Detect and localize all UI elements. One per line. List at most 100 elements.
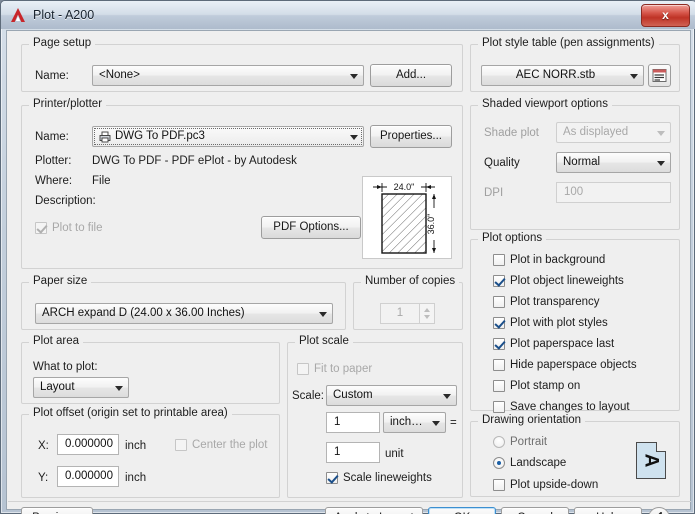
printer-properties-button[interactable]: Properties... [370, 125, 452, 148]
what-to-plot-combo[interactable]: Layout [33, 377, 129, 398]
plot-option-label: Hide paperspace objects [510, 359, 637, 371]
chevron-down-icon [630, 74, 638, 79]
plot-upside-down-label: Plot upside-down [510, 479, 599, 491]
close-icon: x [662, 8, 669, 22]
checkbox-box [493, 380, 505, 392]
paper-size-combo[interactable]: ARCH expand D (24.00 x 36.00 Inches) [35, 303, 333, 324]
checkbox-box [493, 338, 505, 350]
collapse-dialog-button[interactable] [648, 507, 670, 514]
plot-offset-x-unit: inch [125, 440, 147, 452]
svg-text:24.0": 24.0" [394, 182, 415, 192]
checkbox-box [493, 275, 505, 287]
orientation-preview-glyph: A [641, 453, 662, 468]
orientation-preview-icon: A [636, 442, 666, 479]
plot-style-table-combo[interactable]: AEC NORR.stb [481, 65, 644, 86]
radio-dot [493, 457, 505, 469]
printer-plotter-legend: Printer/plotter [29, 98, 107, 110]
plot-option-label: Plot with plot styles [510, 317, 608, 329]
add-page-setup-button[interactable]: Add... [370, 64, 452, 87]
page-setup-legend: Page setup [29, 37, 96, 49]
paper-size-legend: Paper size [29, 275, 92, 287]
plot-option-label: Plot transparency [510, 296, 600, 308]
shaded-viewport-legend: Shaded viewport options [478, 98, 612, 110]
description-label: Description: [35, 195, 96, 207]
printer-name-label: Name: [35, 131, 69, 143]
stepper-up-icon [424, 308, 430, 312]
plot-scale-legend: Plot scale [295, 335, 353, 347]
paper-preview: 24.0" 36.0" [362, 176, 452, 259]
scale-numerator-input[interactable]: 1 [326, 412, 380, 433]
orientation-landscape-label: Landscape [510, 457, 567, 469]
plot-offset-y-input[interactable]: 0.000000 [57, 466, 119, 487]
where-label: Where: [35, 175, 73, 187]
help-button[interactable]: Help [574, 507, 642, 514]
autocad-logo-icon [11, 8, 25, 22]
dialog-body: Page setup Name: <None> Add... Printer/p… [6, 30, 691, 514]
plotter-label: Plotter: [35, 155, 72, 167]
cancel-button[interactable]: Cancel [501, 507, 569, 514]
plotter-value: DWG To PDF - PDF ePlot - by Autodesk [92, 155, 297, 167]
window-title: Plot - A200 [33, 8, 95, 22]
center-the-plot-label: Center the plot [192, 439, 268, 451]
checkbox-box [493, 359, 505, 371]
chevron-down-icon [350, 135, 358, 140]
screenshot-root: Plot - A200 x Page setup Name: <None> Ad… [0, 0, 695, 514]
close-button[interactable]: x [641, 4, 690, 27]
title-bar[interactable]: Plot - A200 x [1, 1, 695, 29]
preview-button[interactable]: Preview... [21, 507, 93, 514]
orientation-portrait-label: Portrait [510, 436, 548, 448]
chevron-left-icon [658, 512, 662, 514]
chevron-down-icon [657, 161, 665, 166]
checkbox-box [493, 296, 505, 308]
shade-plot-combo: As displayed [556, 122, 671, 143]
copies-legend: Number of copies [361, 275, 460, 287]
ok-button[interactable]: OK [428, 507, 496, 514]
scale-lineweights-label: Scale lineweights [343, 472, 432, 484]
plot-to-file-label: Plot to file [52, 222, 103, 234]
plot-offset-y-label: Y: [38, 472, 49, 484]
chevron-down-icon [657, 131, 665, 136]
paper-size-value: ARCH expand D (24.00 x 36.00 Inches) [42, 307, 245, 319]
scale-units-combo[interactable]: inches [383, 412, 446, 433]
copies-input: 1 [380, 303, 420, 324]
checkbox-box [493, 479, 505, 491]
apply-to-layout-button[interactable]: Apply to Layout [325, 507, 423, 514]
footer-divider [8, 501, 691, 502]
plot-dialog-window: Plot - A200 x Page setup Name: <None> Ad… [0, 0, 695, 514]
copies-stepper [420, 303, 435, 324]
quality-label: Quality [484, 157, 520, 169]
chevron-down-icon [319, 312, 327, 317]
scale-equals-sign: = [450, 417, 457, 429]
checkbox-box [297, 363, 309, 375]
printer-name-combo[interactable]: DWG To PDF.pc3 [92, 126, 364, 147]
plot-option-label: Plot in background [510, 254, 606, 266]
checkbox-box [175, 439, 187, 451]
scale-denominator-input[interactable]: 1 [326, 442, 380, 463]
checkbox-box [493, 254, 505, 266]
plot-offset-legend: Plot offset (origin set to printable are… [29, 407, 232, 419]
paper-preview-drawing: 24.0" 36.0" [373, 181, 440, 254]
scale-value: Custom [333, 389, 373, 401]
scale-combo[interactable]: Custom [326, 385, 457, 406]
dpi-input: 100 [556, 182, 671, 203]
checkbox-box [493, 401, 505, 413]
edit-plot-style-table-button[interactable] [648, 64, 671, 87]
shade-plot-value: As displayed [563, 126, 629, 138]
plot-offset-x-input[interactable]: 0.000000 [57, 434, 119, 455]
what-to-plot-value: Layout [40, 381, 75, 393]
page-setup-name-value: <None> [99, 69, 140, 81]
shade-plot-label: Shade plot [484, 127, 539, 139]
pen-table-edit-icon [652, 69, 667, 82]
svg-text:36.0": 36.0" [426, 214, 436, 235]
plot-offset-y-unit: inch [125, 472, 147, 484]
pdf-options-button[interactable]: PDF Options... [261, 216, 361, 239]
quality-combo[interactable]: Normal [556, 152, 671, 173]
scale-denominator-unit: unit [385, 448, 404, 460]
plot-option-label: Plot stamp on [510, 380, 581, 392]
scale-label: Scale: [292, 390, 324, 402]
what-to-plot-label: What to plot: [33, 361, 98, 373]
plot-options-legend: Plot options [478, 232, 547, 244]
drawing-orientation-legend: Drawing orientation [478, 414, 586, 426]
plot-style-table-legend: Plot style table (pen assignments) [478, 37, 659, 49]
page-setup-name-combo[interactable]: <None> [92, 65, 364, 86]
